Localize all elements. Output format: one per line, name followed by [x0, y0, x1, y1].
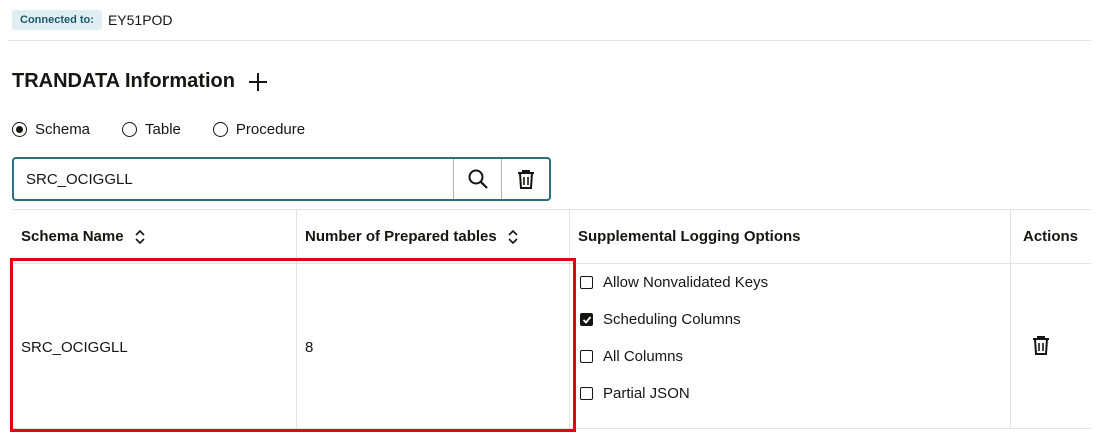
checkbox-label: All Columns	[603, 348, 684, 365]
checkbox-label: Partial JSON	[603, 385, 690, 402]
radio-unselected-icon	[212, 122, 228, 137]
checkbox-scheduling-columns[interactable]: Scheduling Columns	[580, 311, 741, 328]
column-header-logging-options: Supplemental Logging Options	[578, 210, 801, 263]
column-header-label: Schema Name	[21, 228, 124, 245]
column-header-actions: Actions	[1023, 210, 1078, 263]
page-title: TRANDATA Information	[12, 70, 235, 92]
radio-label: Procedure	[235, 121, 306, 138]
radio-selected-icon	[12, 122, 27, 137]
checkbox-label: Allow Nonvalidated Keys	[603, 274, 769, 291]
search-button[interactable]	[453, 159, 501, 199]
column-header-label: Actions	[1023, 228, 1079, 245]
column-header-schema-name[interactable]: Schema Name	[21, 210, 146, 263]
search-type-radio-group: Schema Table Procedure	[12, 121, 337, 138]
checkbox-allow-nonvalidated-keys[interactable]: Allow Nonvalidated Keys	[580, 274, 768, 291]
search-input[interactable]	[14, 159, 453, 199]
delete-row-button[interactable]	[1030, 334, 1052, 356]
column-header-label: Supplemental Logging Options	[578, 228, 801, 245]
trash-icon	[1033, 336, 1049, 355]
sort-icon[interactable]	[507, 229, 519, 245]
plus-icon[interactable]	[247, 71, 269, 93]
title-row: TRANDATA Information	[12, 70, 269, 93]
search-icon	[468, 169, 488, 189]
column-divider	[1010, 210, 1011, 429]
connection-value: EY51POD	[107, 12, 173, 28]
highlight-box	[10, 258, 576, 432]
checkbox-unchecked-icon	[580, 276, 593, 289]
radio-label: Schema	[35, 121, 91, 138]
connection-bar: Connected to: EY51POD	[12, 8, 173, 32]
radio-unselected-icon	[122, 122, 138, 137]
connection-badge: Connected to:	[12, 10, 102, 30]
radio-table[interactable]: Table	[122, 121, 181, 138]
sort-icon[interactable]	[134, 229, 146, 245]
trash-icon	[517, 170, 534, 189]
radio-procedure[interactable]: Procedure	[212, 121, 306, 138]
column-header-prepared-tables[interactable]: Number of Prepared tables	[305, 210, 519, 263]
divider	[8, 40, 1091, 41]
column-header-label: Number of Prepared tables	[305, 228, 497, 245]
search-box	[12, 157, 551, 201]
checkbox-unchecked-icon	[580, 387, 593, 400]
checkbox-all-columns[interactable]: All Columns	[580, 348, 683, 365]
checkbox-partial-json[interactable]: Partial JSON	[580, 385, 690, 402]
checkbox-unchecked-icon	[580, 350, 593, 363]
checkbox-checked-icon	[580, 313, 593, 326]
radio-schema[interactable]: Schema	[12, 121, 90, 138]
radio-label: Table	[145, 121, 181, 138]
clear-search-button[interactable]	[501, 159, 549, 199]
checkbox-label: Scheduling Columns	[603, 311, 741, 328]
